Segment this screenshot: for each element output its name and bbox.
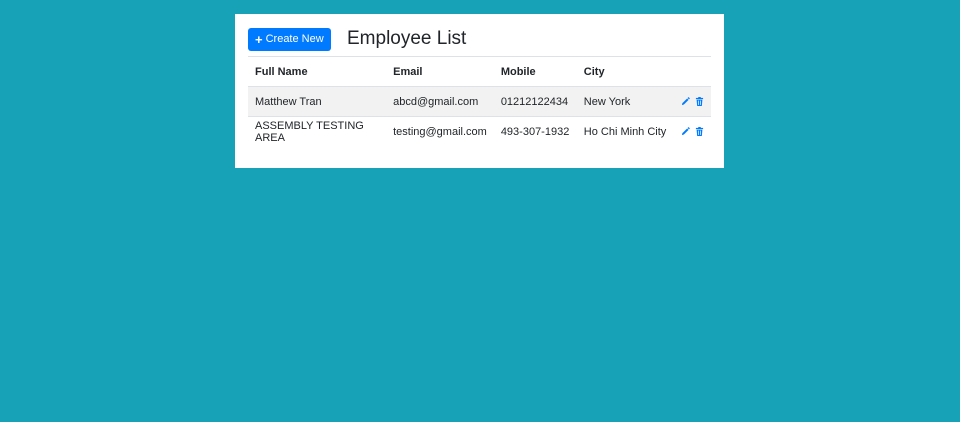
column-header-actions	[674, 57, 711, 87]
column-header-mobile: Mobile	[500, 65, 536, 78]
cell-actions	[674, 116, 711, 146]
cell-full-name: Matthew Tran	[248, 86, 387, 117]
card-header: + Create New Employee List	[248, 27, 711, 57]
cell-email: abcd@gmail.com	[386, 86, 494, 117]
cell-city: Ho Chi Minh City	[576, 116, 674, 146]
employee-list-card: + Create New Employee List Full Name Ema…	[235, 14, 724, 168]
employee-table-container: Full Name Email Mobile City Matthew Tran…	[248, 56, 711, 146]
employee-table: Full Name Email Mobile City Matthew Tran…	[248, 57, 711, 146]
pencil-icon[interactable]	[681, 97, 690, 106]
create-new-button[interactable]: + Create New	[248, 28, 331, 51]
cell-email: testing@gmail.com	[386, 116, 494, 146]
cell-actions	[674, 86, 711, 117]
cell-full-name: ASSEMBLY TESTING AREA	[248, 116, 387, 146]
pencil-icon[interactable]	[681, 127, 690, 136]
column-header-full-name: Full Name	[255, 65, 308, 78]
cell-city: New York	[576, 86, 674, 117]
cell-mobile: 01212122434	[493, 86, 577, 117]
table-row: ASSEMBLY TESTING AREA testing@gmail.com …	[248, 116, 711, 146]
page-title: Employee List	[347, 28, 467, 49]
create-new-label: Create New	[265, 33, 324, 45]
trash-icon[interactable]	[695, 127, 704, 136]
column-header-email: Email	[393, 65, 423, 78]
plus-icon: +	[255, 32, 263, 47]
table-header-row: Full Name Email Mobile City	[248, 57, 711, 87]
trash-icon[interactable]	[695, 97, 704, 106]
table-row: Matthew Tran abcd@gmail.com 01212122434 …	[248, 86, 711, 117]
cell-mobile: 493-307-1932	[493, 116, 577, 146]
column-header-city: City	[583, 65, 605, 78]
